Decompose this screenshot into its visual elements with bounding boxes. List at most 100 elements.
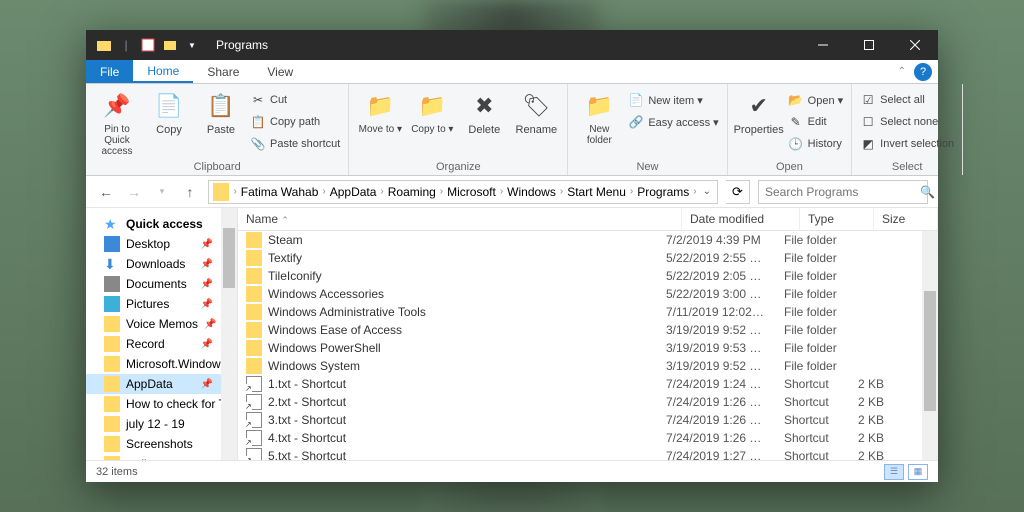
copy-to-button[interactable]: 📁Copy to ▾ <box>409 88 455 135</box>
move-to-button[interactable]: 📁Move to ▾ <box>357 88 403 135</box>
breadcrumb-seg[interactable]: Start Menu <box>563 185 630 199</box>
nav-wallpapers[interactable]: wallpapers <box>86 454 237 460</box>
file-row[interactable]: Windows Ease of Access3/19/2019 9:52 …Fi… <box>238 321 938 339</box>
collapse-ribbon-icon[interactable]: ⌃ <box>898 66 906 83</box>
file-name: Steam <box>268 233 303 247</box>
maximize-button[interactable] <box>846 30 892 60</box>
copy-button[interactable]: 📄Copy <box>146 88 192 136</box>
breadcrumb-dropdown[interactable]: ⌄ <box>697 186 717 197</box>
rename-button[interactable]: 🏷Rename <box>513 88 559 136</box>
breadcrumb-seg[interactable]: Windows <box>503 185 560 199</box>
large-icons-view-button[interactable]: ▦ <box>908 464 928 480</box>
new-folder-button[interactable]: 📁New folder <box>576 88 622 146</box>
file-type: File folder <box>784 341 858 355</box>
folder-icon <box>246 268 262 284</box>
forward-button[interactable]: → <box>124 182 144 202</box>
nav-scrollbar[interactable] <box>221 208 237 460</box>
tab-file[interactable]: File <box>86 60 133 83</box>
open-button[interactable]: 📂Open ▾ <box>788 90 844 110</box>
file-name: Windows Accessories <box>268 287 384 301</box>
shortcut-icon <box>246 448 262 460</box>
column-headers[interactable]: Name ⌃ Date modified Type Size <box>238 208 938 231</box>
file-row[interactable]: 3.txt - Shortcut7/24/2019 1:26 …Shortcut… <box>238 411 938 429</box>
edit-button[interactable]: ✎Edit <box>788 112 844 132</box>
select-all-button[interactable]: ☑Select all <box>860 90 954 110</box>
nav-quick-access[interactable]: ★Quick access <box>86 214 237 234</box>
nav-documents[interactable]: Documents📌 <box>86 274 237 294</box>
breadcrumb[interactable]: › Fatima Wahab› AppData› Roaming› Micros… <box>208 180 718 204</box>
nav-howto[interactable]: How to check for Trustec <box>86 394 237 414</box>
refresh-button[interactable]: ⟳ <box>726 180 750 204</box>
search-icon: 🔍 <box>920 185 935 199</box>
new-item-button[interactable]: 📄New item ▾ <box>628 90 718 110</box>
paste-button[interactable]: 📋Paste <box>198 88 244 136</box>
copy-path-button[interactable]: 📋Copy path <box>250 112 340 132</box>
clipboard-group-label: Clipboard <box>94 159 340 173</box>
nav-appdata[interactable]: AppData📌 <box>86 374 237 394</box>
file-date: 5/22/2019 3:00 … <box>666 287 784 301</box>
search-input[interactable] <box>765 185 920 199</box>
file-scrollbar[interactable] <box>922 231 938 460</box>
back-button[interactable]: ← <box>96 182 116 202</box>
history-button[interactable]: 🕒History <box>788 134 844 154</box>
properties-button[interactable]: ✔Properties <box>736 88 782 136</box>
file-row[interactable]: 1.txt - Shortcut7/24/2019 1:24 …Shortcut… <box>238 375 938 393</box>
properties-icon[interactable] <box>140 37 156 53</box>
nav-voice-memos[interactable]: Voice Memos📌 <box>86 314 237 334</box>
minimize-button[interactable] <box>800 30 846 60</box>
up-button[interactable]: ↑ <box>180 182 200 202</box>
titlebar[interactable]: | ▼ Programs <box>86 30 938 60</box>
dropdown-icon[interactable]: ▼ <box>184 37 200 53</box>
file-row[interactable]: Windows Accessories5/22/2019 3:00 …File … <box>238 285 938 303</box>
search-box[interactable]: 🔍 <box>758 180 928 204</box>
invert-selection-button[interactable]: ◩Invert selection <box>860 134 954 154</box>
nav-pictures[interactable]: Pictures📌 <box>86 294 237 314</box>
pin-quick-access-button[interactable]: 📌Pin to Quick access <box>94 88 140 157</box>
close-button[interactable] <box>892 30 938 60</box>
nav-desktop[interactable]: Desktop📌 <box>86 234 237 254</box>
col-name[interactable]: Name ⌃ <box>238 208 682 230</box>
details-view-button[interactable]: ☰ <box>884 464 904 480</box>
nav-record[interactable]: Record📌 <box>86 334 237 354</box>
breadcrumb-seg[interactable]: AppData <box>326 185 381 199</box>
breadcrumb-seg[interactable]: Fatima Wahab <box>237 185 323 199</box>
properties-icon: ✔ <box>743 90 775 122</box>
recent-button[interactable]: ▾ <box>152 182 172 202</box>
easy-access-button[interactable]: 🔗Easy access ▾ <box>628 112 718 132</box>
file-row[interactable]: 2.txt - Shortcut7/24/2019 1:26 …Shortcut… <box>238 393 938 411</box>
tab-home[interactable]: Home <box>133 60 193 83</box>
paste-shortcut-button[interactable]: 📎Paste shortcut <box>250 134 340 154</box>
file-row[interactable]: Windows System3/19/2019 9:52 …File folde… <box>238 357 938 375</box>
nav-july[interactable]: july 12 - 19 <box>86 414 237 434</box>
file-row[interactable]: 5.txt - Shortcut7/24/2019 1:27 …Shortcut… <box>238 447 938 460</box>
file-row[interactable]: 4.txt - Shortcut7/24/2019 1:26 …Shortcut… <box>238 429 938 447</box>
breadcrumb-seg[interactable]: Microsoft <box>443 185 500 199</box>
tab-view[interactable]: View <box>253 60 307 83</box>
file-name: 3.txt - Shortcut <box>268 413 346 427</box>
file-list[interactable]: Steam 7/2/2019 4:39 PM File folder Textify5… <box>238 231 938 460</box>
file-date: 7/2/2019 4:39 PM <box>666 233 784 247</box>
address-bar: ← → ▾ ↑ › Fatima Wahab› AppData› Roaming… <box>86 176 938 208</box>
help-button[interactable]: ? <box>914 63 932 81</box>
breadcrumb-seg[interactable]: Programs <box>633 185 693 199</box>
delete-button[interactable]: ✖Delete <box>461 88 507 136</box>
folder-icon <box>246 286 262 302</box>
tab-share[interactable]: Share <box>193 60 253 83</box>
file-row[interactable]: Textify5/22/2019 2:55 …File folder <box>238 249 938 267</box>
select-none-button[interactable]: ☐Select none <box>860 112 954 132</box>
col-type[interactable]: Type <box>800 208 874 230</box>
nav-downloads[interactable]: ⬇Downloads📌 <box>86 254 237 274</box>
file-name: 1.txt - Shortcut <box>268 377 346 391</box>
file-list-pane: Name ⌃ Date modified Type Size Steam 7/2/… <box>238 208 938 460</box>
file-row[interactable]: Windows Administrative Tools7/11/2019 12… <box>238 303 938 321</box>
col-date[interactable]: Date modified <box>682 208 800 230</box>
nav-screenshots[interactable]: Screenshots <box>86 434 237 454</box>
nav-windowsterminal[interactable]: Microsoft.WindowsTe <box>86 354 237 374</box>
file-row[interactable]: Windows PowerShell3/19/2019 9:53 …File f… <box>238 339 938 357</box>
file-row[interactable]: TileIconify5/22/2019 2:05 …File folder <box>238 267 938 285</box>
file-row[interactable]: Steam7/2/2019 4:39 PMFile folder <box>238 231 938 249</box>
folder-small-icon[interactable] <box>162 37 178 53</box>
cut-button[interactable]: ✂Cut <box>250 90 340 110</box>
col-size[interactable]: Size <box>874 208 938 230</box>
breadcrumb-seg[interactable]: Roaming <box>384 185 440 199</box>
